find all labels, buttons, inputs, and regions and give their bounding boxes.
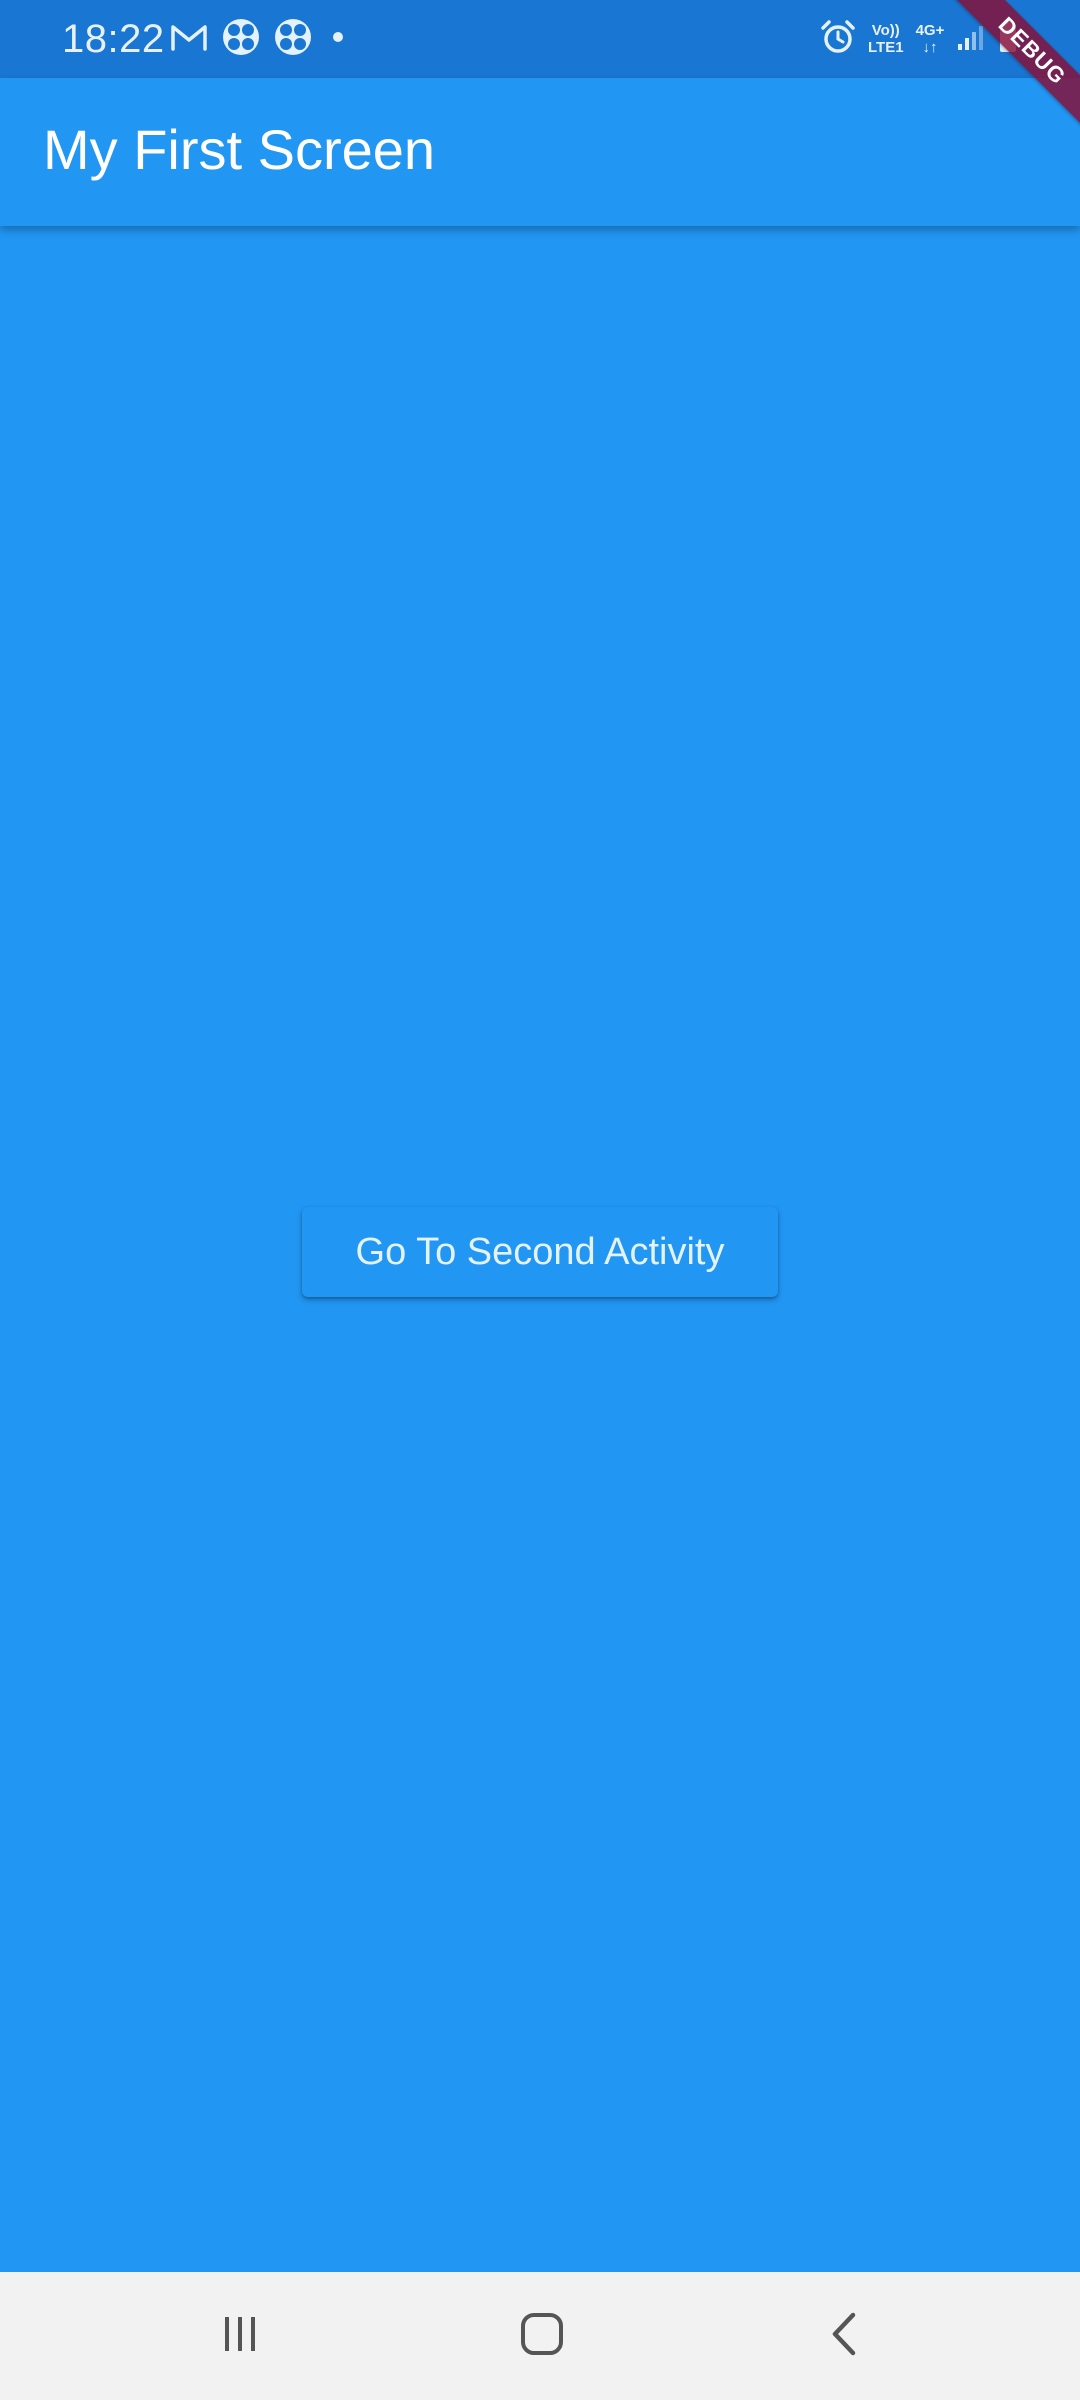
alarm-icon — [820, 19, 856, 60]
network-type-label: 4G+ — [915, 22, 945, 39]
status-system-icons: Vo)) LTE1 4G+ ↓↑ — [820, 16, 1018, 62]
recents-button[interactable] — [200, 2296, 280, 2376]
4g-indicator: 4G+ ↓↑ — [916, 22, 945, 56]
navigation-bar — [0, 2272, 1080, 2400]
signal-icon — [956, 22, 986, 57]
go-to-second-activity-button[interactable]: Go To Second Activity — [302, 1207, 778, 1297]
dot-icon — [326, 25, 350, 54]
battery-icon — [998, 20, 1018, 59]
status-bar: 18:22 Vo)) LTE1 4G+ ↓↑ — [0, 0, 1080, 78]
fan-icon — [274, 18, 312, 61]
app-bar: My First Screen — [0, 78, 1080, 226]
recents-icon — [219, 2313, 261, 2360]
volte-indicator: Vo)) LTE1 — [868, 22, 904, 56]
volte-label: Vo)) — [871, 22, 900, 39]
fan-icon — [222, 18, 260, 61]
page-title: My First Screen — [43, 118, 436, 181]
back-icon — [823, 2311, 865, 2362]
lte-label: LTE1 — [868, 39, 904, 56]
main-content: Go To Second Activity — [0, 226, 1080, 2272]
data-arrows-icon: ↓↑ — [922, 39, 938, 56]
status-time: 18:22 — [62, 17, 165, 61]
back-button[interactable] — [804, 2296, 884, 2376]
gmail-icon — [170, 22, 208, 57]
home-icon — [519, 2311, 565, 2362]
status-notification-icons — [170, 18, 350, 60]
home-button[interactable] — [502, 2296, 582, 2376]
